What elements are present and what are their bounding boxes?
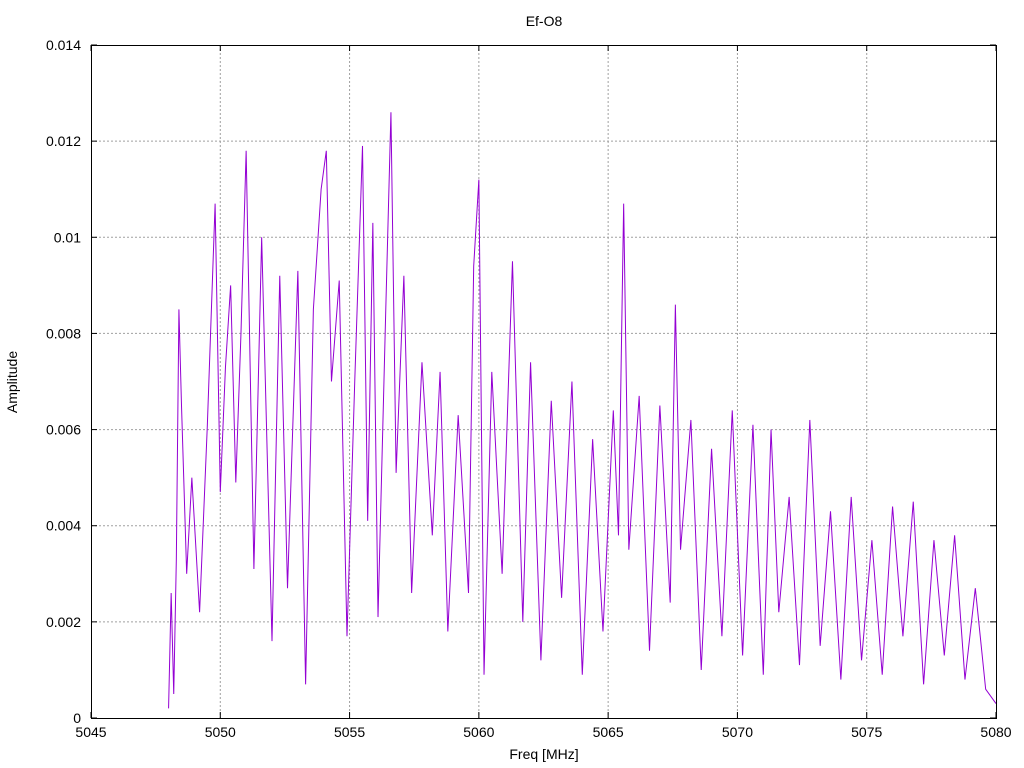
y-axis-label: Amplitude [4, 351, 20, 413]
x-tick-label: 5070 [722, 724, 753, 740]
x-tick-label: 5050 [205, 724, 236, 740]
y-tick-label: 0.01 [54, 229, 81, 245]
y-tick-label: 0 [73, 710, 81, 726]
x-tick-label: 5065 [593, 724, 624, 740]
x-tick-label: 5080 [980, 724, 1011, 740]
y-tick-label: 0.006 [46, 422, 81, 438]
x-tick-label: 5045 [75, 724, 106, 740]
x-tick-label: 5060 [463, 724, 494, 740]
y-tick-label: 0.012 [46, 133, 81, 149]
y-tick-label: 0.008 [46, 325, 81, 341]
y-tick-label: 0.014 [46, 37, 81, 53]
chart-background [0, 0, 1024, 768]
x-tick-label: 5075 [851, 724, 882, 740]
x-axis-label: Freq [MHz] [509, 746, 578, 762]
chart-title: Ef-O8 [526, 13, 563, 29]
chart: 5045 5050 5055 5060 5065 5070 5075 5080 0 0.002 0… [0, 0, 1024, 768]
y-tick-label: 0.004 [46, 518, 81, 534]
x-tick-label: 5055 [334, 724, 365, 740]
y-tick-label: 0.002 [46, 614, 81, 630]
